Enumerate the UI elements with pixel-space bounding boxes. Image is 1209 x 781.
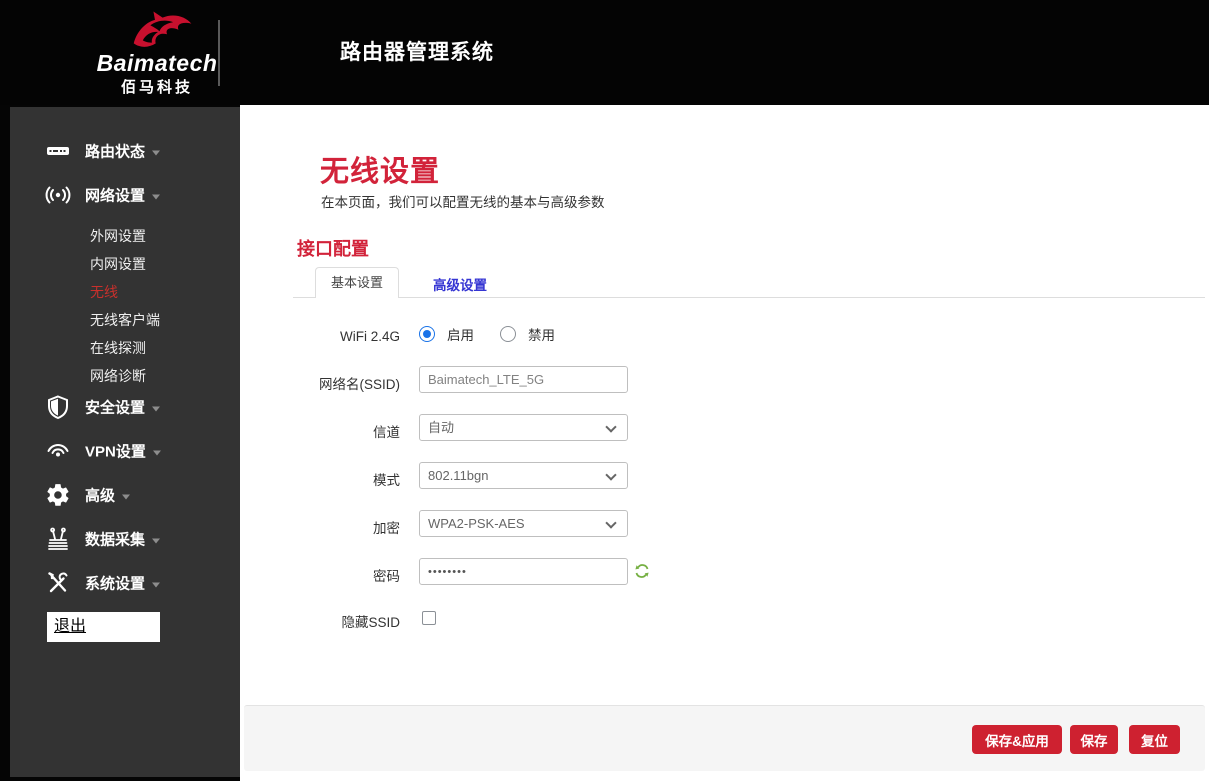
- router-icon: [45, 138, 71, 164]
- sidebar-item-security-settings[interactable]: 安全设置: [10, 391, 240, 423]
- app-title: 路由器管理系统: [340, 0, 494, 105]
- main-content: 无线设置 在本页面，我们可以配置无线的基本与高级参数 接口配置 基本设置 高级设…: [240, 105, 1209, 781]
- save-button[interactable]: 保存: [1070, 725, 1118, 754]
- sidebar-item-data-collection[interactable]: 数据采集: [10, 523, 240, 555]
- network-icon: [45, 182, 71, 208]
- tools-icon: [45, 570, 71, 596]
- mode-select[interactable]: 802.11bgn: [419, 462, 628, 489]
- header-divider: [218, 20, 220, 86]
- ssid-label: 网络名(SSID): [240, 373, 400, 393]
- page-title: 无线设置: [320, 148, 440, 190]
- page-subtitle: 在本页面，我们可以配置无线的基本与高级参数: [321, 191, 605, 211]
- ssid-input[interactable]: [419, 366, 628, 393]
- sidebar-item-label: 安全设置: [85, 400, 145, 417]
- hide-ssid-label: 隐藏SSID: [240, 611, 400, 631]
- channel-select[interactable]: 自动: [419, 414, 628, 441]
- mode-select-value: 802.11bgn: [428, 468, 489, 483]
- channel-select-value: 自动: [428, 420, 454, 435]
- sidebar-item-network-settings[interactable]: 网络设置: [10, 179, 240, 211]
- submenu-item-wireless-client[interactable]: 无线客户端: [90, 307, 160, 333]
- sidebar-item-label: 数据采集: [85, 532, 145, 549]
- chevron-down-icon: [153, 450, 161, 455]
- submenu-item-wan-settings[interactable]: 外网设置: [90, 223, 146, 249]
- sidebar-item-label: VPN设置: [85, 444, 146, 461]
- tabs-underline: [293, 297, 1205, 298]
- enable-radio-label: 启用: [447, 324, 474, 344]
- enable-radio[interactable]: [419, 326, 435, 342]
- chevron-down-icon: [152, 406, 160, 411]
- chevron-down-icon: [152, 582, 160, 587]
- save-apply-button[interactable]: 保存&应用: [972, 725, 1062, 754]
- sidebar-item-router-status[interactable]: 路由状态: [10, 135, 240, 167]
- section-title: 接口配置: [297, 235, 369, 261]
- encryption-select[interactable]: WPA2-PSK-AES: [419, 510, 628, 537]
- brand-logo: Baimatech 佰马科技: [92, 4, 222, 102]
- chevron-down-icon: [152, 538, 160, 543]
- footer-bar: 保存&应用 保存 复位: [244, 705, 1205, 771]
- mode-label: 模式: [240, 469, 400, 489]
- hide-ssid-checkbox[interactable]: [422, 611, 436, 625]
- submenu-item-network-diagnosis[interactable]: 网络诊断: [90, 363, 146, 389]
- chevron-down-icon: [605, 421, 616, 432]
- sidebar-item-system-settings[interactable]: 系统设置: [10, 567, 240, 599]
- wifi-label: WiFi 2.4G: [240, 329, 400, 344]
- submenu-item-lan-settings[interactable]: 内网设置: [90, 251, 146, 277]
- brand-name: Baimatech: [92, 50, 222, 77]
- app-header: Baimatech 佰马科技 路由器管理系统: [0, 0, 1209, 105]
- vpn-icon: [45, 438, 71, 464]
- channel-label: 信道: [240, 421, 400, 441]
- chevron-down-icon: [605, 517, 616, 528]
- sidebar-item-label: 路由状态: [85, 144, 145, 161]
- encryption-select-value: WPA2-PSK-AES: [428, 516, 525, 531]
- gear-icon: [45, 482, 71, 508]
- encryption-label: 加密: [240, 517, 400, 537]
- brand-subtitle: 佰马科技: [92, 76, 222, 97]
- data-collection-icon: [45, 526, 71, 552]
- sidebar: 路由状态 网络设置 外网设置 内网设置 无线 无线客户端 在线探测 网络诊断 安…: [10, 107, 240, 777]
- submenu-item-wireless[interactable]: 无线: [90, 279, 118, 305]
- shield-icon: [45, 394, 71, 420]
- refresh-icon[interactable]: [634, 563, 650, 579]
- router-admin-page: Baimatech 佰马科技 路由器管理系统 路由状态 网络设置 外网设置 内网…: [0, 0, 1209, 781]
- reset-button[interactable]: 复位: [1129, 725, 1180, 754]
- sidebar-item-label: 系统设置: [85, 576, 145, 593]
- chevron-down-icon: [605, 469, 616, 480]
- sidebar-item-vpn-settings[interactable]: VPN设置: [10, 435, 240, 467]
- logout-button[interactable]: 退出: [47, 612, 160, 642]
- wifi-radio-group: 启用 禁用: [419, 324, 569, 344]
- password-label: 密码: [240, 565, 400, 585]
- password-input[interactable]: [419, 558, 628, 585]
- sidebar-item-advanced[interactable]: 高级: [10, 479, 240, 511]
- tab-advanced-settings[interactable]: 高级设置: [433, 274, 487, 294]
- chevron-down-icon: [122, 494, 130, 499]
- disable-radio-label: 禁用: [528, 324, 555, 344]
- disable-radio[interactable]: [500, 326, 516, 342]
- submenu-item-online-detect[interactable]: 在线探测: [90, 335, 146, 361]
- chevron-down-icon: [152, 150, 160, 155]
- sidebar-item-label: 网络设置: [85, 188, 145, 205]
- tab-basic-settings[interactable]: 基本设置: [315, 267, 399, 298]
- sidebar-item-label: 高级: [85, 488, 115, 505]
- chevron-down-icon: [152, 194, 160, 199]
- horse-logo-icon: [120, 7, 196, 51]
